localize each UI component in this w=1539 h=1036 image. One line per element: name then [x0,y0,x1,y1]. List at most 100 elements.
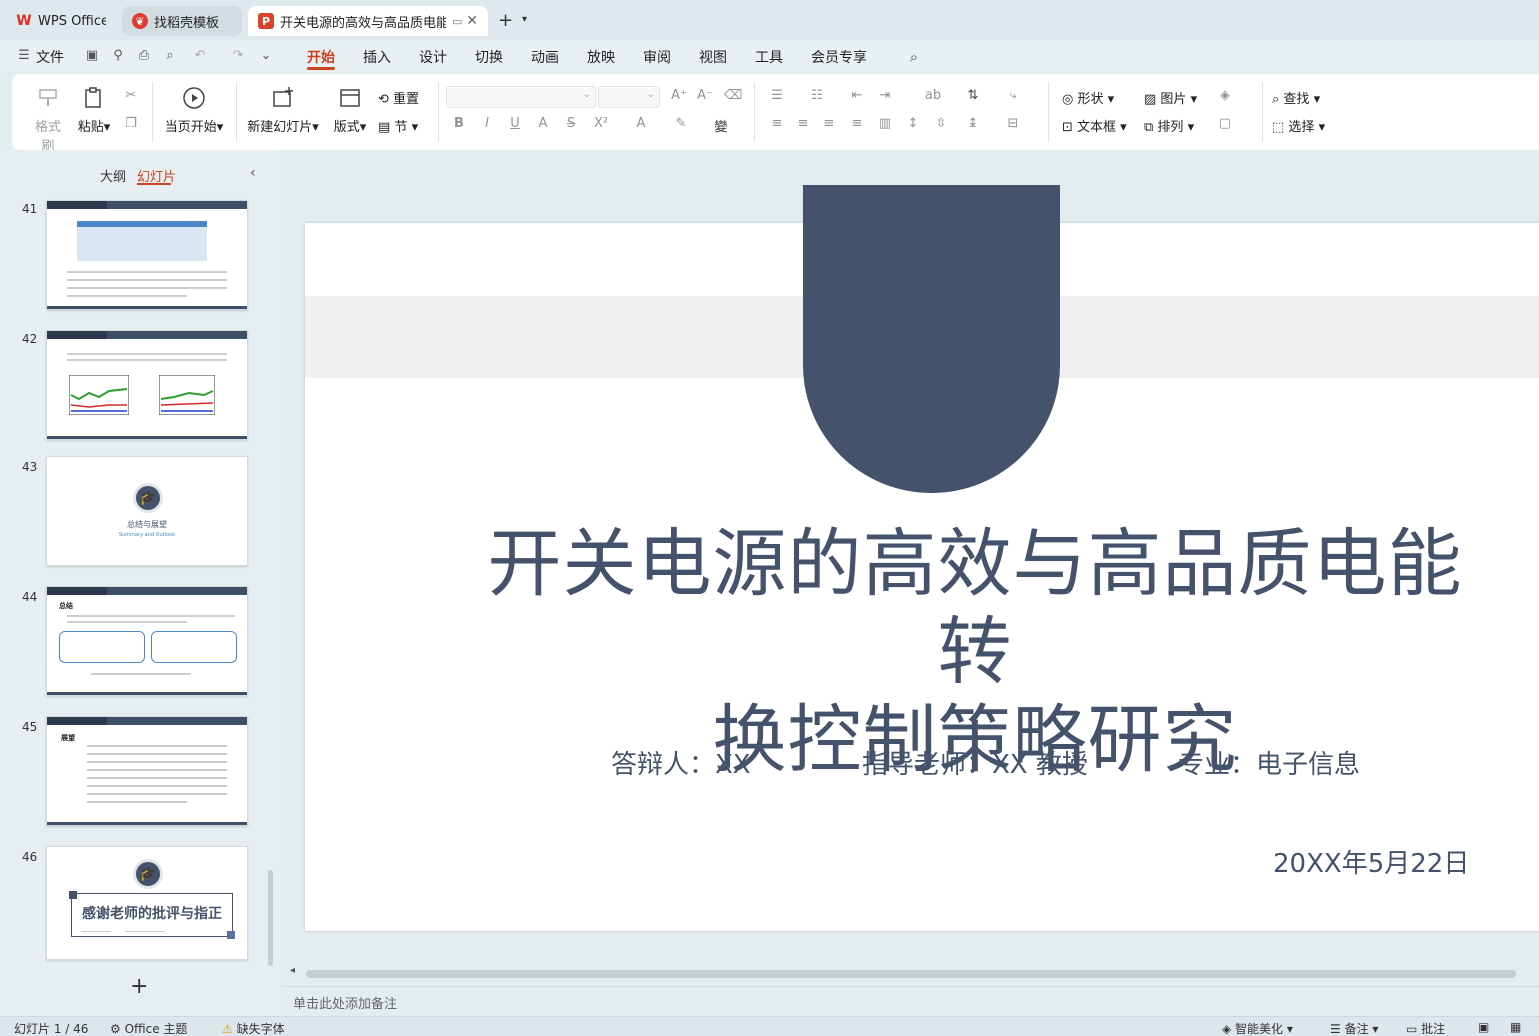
align-center-icon[interactable]: ≡ [794,116,812,134]
clear-format-icon[interactable]: ⌫ [724,88,742,106]
slide-thumbnail[interactable]: 展望 [46,716,248,826]
superscript-icon[interactable]: X² [592,116,610,134]
fill-icon[interactable]: ◈ [1216,88,1234,106]
print-icon[interactable]: ⎙ [136,48,152,64]
phonetic-icon[interactable]: 變 [712,116,730,135]
select-button[interactable]: ⬚ 选择 ▾ [1272,116,1325,135]
tab-current-document[interactable]: P 开关电源的高效与高品质电能转 ▭ ✕ [248,6,488,36]
start-from-current-button[interactable]: 当页开始▾ [162,86,226,135]
close-icon[interactable]: ✕ [466,13,478,29]
increase-font-icon[interactable]: A⁺ [670,88,688,106]
copy-icon[interactable]: ❐ [122,116,140,134]
menu-item-membership[interactable]: 会员专享 [811,47,867,67]
new-slide-button[interactable]: 新建幻灯片▾ [246,86,320,135]
advisor-text[interactable]: 指导老师：XX 教授 [862,744,1088,781]
paste-button[interactable]: 粘贴▾ [76,86,112,135]
font-family-select[interactable]: ⌄ [446,86,596,108]
monitor-icon[interactable]: ▭ [452,15,462,28]
increase-indent-icon[interactable]: ⇥ [876,88,894,106]
strikethrough-icon[interactable]: S [562,116,580,134]
outline-icon[interactable]: ▢ [1216,116,1234,134]
menu-item-insert[interactable]: 插入 [363,47,391,67]
columns-icon[interactable]: ▥ [876,116,894,134]
panel-scrollbar[interactable] [268,870,273,966]
tab-label: 找稻壳模板 [154,15,220,31]
arch-shape[interactable] [803,185,1060,493]
format-painter-button[interactable]: 格式刷 [30,86,66,154]
menu-file[interactable]: 文件 [36,47,64,67]
slide-thumbnail[interactable]: 🎓 总结与展望 Summary and Outlook [46,456,248,566]
menu-item-transitions[interactable]: 切换 [475,47,503,67]
menu-item-design[interactable]: 设计 [419,47,447,67]
normal-view-icon[interactable]: ▣ [1478,1020,1489,1034]
print-preview-icon[interactable]: ⌕ [162,48,178,64]
tab-wps-office[interactable]: W WPS Office [6,6,116,36]
align-text-icon[interactable]: ⊟ [1004,116,1022,134]
tab-outline[interactable]: 大纲 [100,166,126,185]
sort-icon[interactable]: ⇅ [964,88,982,106]
text-direction-icon[interactable]: ⤷ [1004,88,1022,106]
save-icon[interactable]: ▣ [84,48,100,64]
menu-item-review[interactable]: 审阅 [643,47,671,67]
align-left-icon[interactable]: ≡ [768,116,786,134]
text-shadow-icon[interactable]: A [534,116,552,134]
bullet-list-icon[interactable]: ☰ [768,88,786,106]
slide-thumbnail[interactable] [46,330,248,440]
missing-font-button[interactable]: ⚠ 缺失字体 [222,1020,285,1036]
slide-thumbnail-selected[interactable]: 🎓 感谢老师的批评与指正 [46,846,248,960]
major-text[interactable]: 专业：电子信息 [1178,744,1360,781]
search-icon[interactable]: ⌕ [906,48,922,66]
font-size-select[interactable]: ⌄ [598,86,660,108]
smart-beautify-button[interactable]: ◈ 智能美化 ▾ [1222,1020,1293,1036]
arrange-button[interactable]: ⧉ 排列 ▾ [1144,116,1194,135]
line-spacing-icon[interactable]: ↕ [904,116,922,134]
menu-item-slideshow[interactable]: 放映 [587,47,615,67]
section-button[interactable]: ▤ 节 ▾ [378,116,418,135]
chevron-down-icon[interactable]: ⌄ [258,48,274,64]
chevron-down-icon[interactable]: ▾ [522,14,527,25]
find-button[interactable]: ⌕ 查找 ▾ [1272,88,1320,107]
font-color-icon[interactable]: A [632,116,650,134]
paragraph-spacing-icon[interactable]: ⇳ [932,116,950,134]
slide-thumbnail[interactable] [46,200,248,310]
comments-button[interactable]: ▭ 批注 [1406,1020,1445,1036]
undo-icon[interactable]: ↶ [192,48,208,64]
sorter-view-icon[interactable]: ▦ [1510,1020,1521,1034]
menu-item-animation[interactable]: 动画 [531,47,559,67]
decrease-indent-icon[interactable]: ⇤ [848,88,866,106]
theme-button[interactable]: ⚙ Office 主题 [110,1020,187,1036]
link-icon[interactable]: ⚲ [110,48,126,64]
menu-item-tools[interactable]: 工具 [755,47,783,67]
reset-button[interactable]: ⟲ 重置 [378,88,419,107]
add-slide-icon[interactable]: + [130,974,148,999]
layout-button[interactable]: 版式▾ [330,86,370,135]
redo-icon[interactable]: ↷ [230,48,246,64]
cut-icon[interactable]: ✂ [122,88,140,106]
presenter-text[interactable]: 答辩人：XX [611,744,751,781]
slide-thumbnail[interactable]: 总结 [46,586,248,696]
highlight-icon[interactable]: ✎ [672,116,690,134]
collapse-panel-icon[interactable]: ‹ [250,165,256,181]
new-tab-icon[interactable]: + [498,10,513,31]
menu-item-home[interactable]: 开始 [307,47,335,67]
hamburger-icon[interactable]: ☰ [16,48,32,64]
italic-icon[interactable]: I [478,116,496,134]
picture-button[interactable]: ▨ 图片 ▾ [1144,88,1197,107]
justify-icon[interactable]: ≡ [848,116,866,134]
date-text[interactable]: 20XX年5月22日 [1273,843,1469,880]
bold-icon[interactable]: B [450,116,468,134]
scroll-left-icon[interactable]: ◂ [290,965,295,976]
notes-button[interactable]: ☰ 备注 ▾ [1330,1020,1378,1036]
char-spacing-icon[interactable]: ab [924,88,942,106]
horizontal-scrollbar[interactable] [306,970,1516,978]
underline-icon[interactable]: U [506,116,524,134]
notes-pane[interactable]: 单击此处添加备注 [282,986,1539,1016]
shape-button[interactable]: ◎ 形状 ▾ [1062,88,1114,107]
textbox-button[interactable]: ⊡ 文本框 ▾ [1062,116,1127,135]
menu-item-view[interactable]: 视图 [699,47,727,67]
decrease-font-icon[interactable]: A⁻ [696,88,714,106]
numbered-list-icon[interactable]: ☷ [808,88,826,106]
spacing-options-icon[interactable]: ↨ [964,116,982,134]
align-right-icon[interactable]: ≡ [820,116,838,134]
tab-docer-templates[interactable]: ❦ 找稻壳模板 [122,6,242,36]
